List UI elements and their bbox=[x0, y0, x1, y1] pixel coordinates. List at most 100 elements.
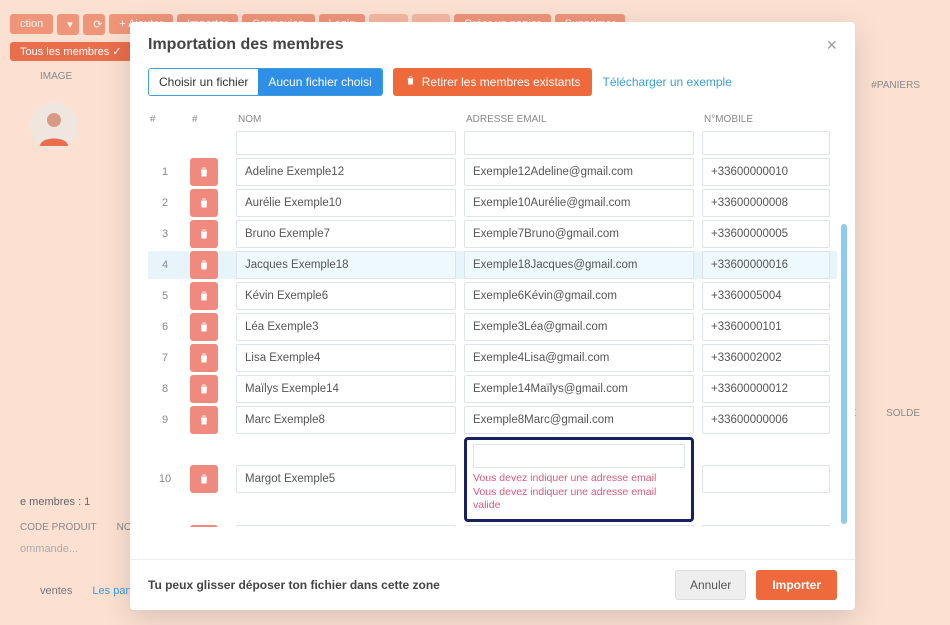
filter-mobile[interactable] bbox=[702, 131, 830, 155]
close-icon[interactable]: × bbox=[826, 36, 837, 54]
bg-btn: ction bbox=[10, 14, 53, 34]
error-message: Vous devez indiquer une adresse emailVou… bbox=[473, 472, 685, 513]
name-input[interactable] bbox=[236, 158, 456, 186]
table-row: 4 bbox=[148, 251, 837, 279]
scrollbar[interactable] bbox=[841, 224, 847, 524]
email-input[interactable] bbox=[464, 406, 694, 434]
trash-icon bbox=[405, 75, 416, 89]
table-row: 7 bbox=[148, 344, 837, 372]
import-table: # # NOM ADRESSE EMAIL N°MOBILE 1 2 3 4 bbox=[130, 106, 855, 559]
table-row: 10 Vous devez indiquer une adresse email… bbox=[148, 437, 837, 522]
delete-row-button[interactable] bbox=[190, 465, 218, 493]
remove-existing-button[interactable]: Retirer les membres existants bbox=[393, 68, 593, 96]
name-input[interactable] bbox=[236, 525, 456, 527]
row-index: 6 bbox=[148, 321, 182, 333]
mobile-input[interactable] bbox=[702, 313, 830, 341]
name-input[interactable] bbox=[236, 282, 456, 310]
email-input[interactable] bbox=[464, 282, 694, 310]
mobile-input[interactable] bbox=[702, 406, 830, 434]
table-row: 2 bbox=[148, 189, 837, 217]
name-input[interactable] bbox=[236, 406, 456, 434]
bg-col-image: IMAGE bbox=[40, 71, 72, 82]
name-input[interactable] bbox=[236, 251, 456, 279]
delete-row-button[interactable] bbox=[190, 189, 218, 217]
col-index: # bbox=[148, 110, 182, 129]
filter-row bbox=[148, 131, 837, 155]
row-index: 2 bbox=[148, 197, 182, 209]
email-input[interactable] bbox=[464, 525, 694, 527]
table-row: 5 bbox=[148, 282, 837, 310]
col-name: NOM bbox=[236, 110, 456, 129]
name-input[interactable] bbox=[236, 189, 456, 217]
name-input[interactable] bbox=[236, 344, 456, 372]
row-index: 3 bbox=[148, 228, 182, 240]
import-members-modal: Importation des membres × Choisir un fic… bbox=[130, 22, 855, 610]
mobile-input[interactable] bbox=[702, 282, 830, 310]
name-input[interactable] bbox=[236, 313, 456, 341]
download-sample-link[interactable]: Télécharger un exemple bbox=[602, 75, 731, 89]
mobile-input[interactable] bbox=[702, 525, 830, 527]
modal-title: Importation des membres bbox=[148, 36, 344, 54]
delete-row-button[interactable] bbox=[190, 313, 218, 341]
name-input[interactable] bbox=[236, 375, 456, 403]
delete-row-button[interactable] bbox=[190, 375, 218, 403]
bg-filter-pill: Tous les membres ✓ bbox=[10, 42, 132, 61]
filter-email[interactable] bbox=[464, 131, 694, 155]
row-index: 4 bbox=[148, 259, 182, 271]
row-index: 5 bbox=[148, 290, 182, 302]
email-input[interactable] bbox=[464, 251, 694, 279]
bg-col-paniers: #PANIERS bbox=[871, 80, 920, 91]
email-error-cell: Vous devez indiquer une adresse emailVou… bbox=[464, 437, 694, 522]
email-input[interactable] bbox=[464, 313, 694, 341]
row-index: 8 bbox=[148, 383, 182, 395]
delete-row-button[interactable] bbox=[190, 344, 218, 372]
email-input[interactable] bbox=[464, 189, 694, 217]
mobile-input[interactable] bbox=[702, 189, 830, 217]
row-index: 10 bbox=[148, 473, 182, 485]
col-email: ADRESSE EMAIL bbox=[464, 110, 694, 129]
email-input[interactable] bbox=[464, 158, 694, 186]
mobile-input[interactable] bbox=[702, 375, 830, 403]
table-row: 9 bbox=[148, 406, 837, 434]
mobile-input[interactable] bbox=[702, 251, 830, 279]
bg-col-solde: SOLDE bbox=[886, 408, 920, 419]
name-input[interactable] bbox=[236, 220, 456, 248]
mobile-input[interactable] bbox=[702, 344, 830, 372]
choose-file-button[interactable]: Choisir un fichier bbox=[149, 69, 258, 95]
cancel-button[interactable]: Annuler bbox=[675, 570, 746, 600]
delete-row-button[interactable] bbox=[190, 251, 218, 279]
table-header: # # NOM ADRESSE EMAIL N°MOBILE bbox=[148, 106, 837, 131]
email-input[interactable] bbox=[464, 220, 694, 248]
table-row: 8 bbox=[148, 375, 837, 403]
delete-row-button[interactable] bbox=[190, 158, 218, 186]
mobile-input[interactable] bbox=[702, 220, 830, 248]
file-chooser[interactable]: Choisir un fichier Aucun fichier choisi bbox=[148, 68, 383, 96]
table-row: 6 bbox=[148, 313, 837, 341]
row-index: 9 bbox=[148, 414, 182, 426]
delete-row-button[interactable] bbox=[190, 220, 218, 248]
table-row: 1 bbox=[148, 158, 837, 186]
mobile-input[interactable] bbox=[702, 465, 830, 493]
import-button[interactable]: Importer bbox=[756, 570, 837, 600]
table-row: 11 bbox=[148, 525, 837, 527]
table-body: 1 2 3 4 5 6 7 8 bbox=[148, 155, 837, 527]
avatar bbox=[30, 102, 78, 150]
filter-name[interactable] bbox=[236, 131, 456, 155]
delete-row-button[interactable] bbox=[190, 406, 218, 434]
table-row: 3 bbox=[148, 220, 837, 248]
email-input[interactable] bbox=[464, 344, 694, 372]
delete-row-button[interactable] bbox=[190, 525, 218, 527]
name-input[interactable] bbox=[236, 465, 456, 493]
email-input[interactable] bbox=[464, 375, 694, 403]
col-mobile: N°MOBILE bbox=[702, 110, 830, 129]
mobile-input[interactable] bbox=[702, 158, 830, 186]
email-input[interactable] bbox=[473, 444, 685, 468]
bg-btn-caret: ▾ bbox=[57, 14, 79, 35]
delete-row-button[interactable] bbox=[190, 282, 218, 310]
col-delete: # bbox=[190, 110, 228, 129]
row-index: 1 bbox=[148, 166, 182, 178]
bg-btn-refresh: ⟳ bbox=[83, 14, 105, 35]
row-index: 7 bbox=[148, 352, 182, 364]
chosen-file-label: Aucun fichier choisi bbox=[258, 69, 381, 95]
bg-col-codeprod: CODE PRODUIT bbox=[20, 522, 97, 533]
